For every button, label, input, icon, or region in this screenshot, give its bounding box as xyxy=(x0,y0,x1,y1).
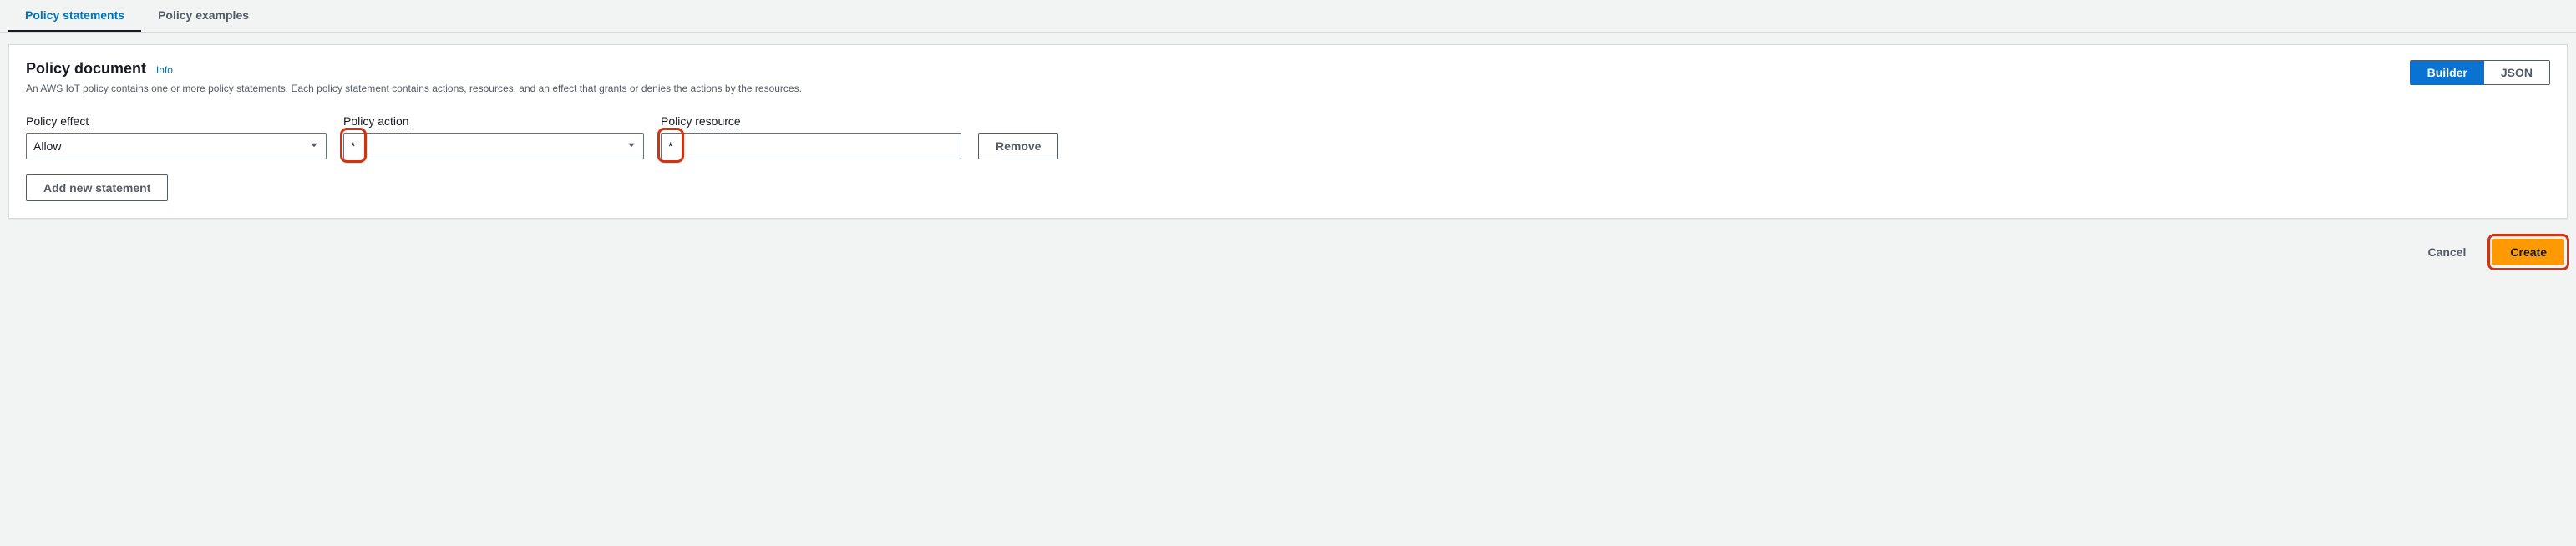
tab-policy-examples[interactable]: Policy examples xyxy=(141,0,266,32)
create-button[interactable]: Create xyxy=(2492,239,2564,265)
add-new-statement-button[interactable]: Add new statement xyxy=(26,174,168,201)
policy-action-select[interactable]: * xyxy=(343,133,644,159)
policy-action-value: * xyxy=(344,136,643,156)
info-link[interactable]: Info xyxy=(156,64,173,76)
tab-policy-statements[interactable]: Policy statements xyxy=(8,0,141,32)
policy-action-label: Policy action xyxy=(343,114,409,129)
footer-actions: Cancel Create xyxy=(0,219,2576,274)
cancel-button[interactable]: Cancel xyxy=(2411,240,2482,264)
policy-effect-value: Allow xyxy=(27,136,326,156)
policy-effect-label: Policy effect xyxy=(26,114,89,129)
json-toggle[interactable]: JSON xyxy=(2484,61,2549,84)
builder-toggle[interactable]: Builder xyxy=(2411,61,2484,84)
panel-title: Policy document xyxy=(26,60,146,77)
policy-resource-label: Policy resource xyxy=(661,114,741,129)
policy-resource-input-wrap[interactable] xyxy=(661,133,961,159)
remove-button[interactable]: Remove xyxy=(978,133,1058,159)
panel-description: An AWS IoT policy contains one or more p… xyxy=(26,83,2410,94)
policy-effect-select[interactable]: Allow xyxy=(26,133,327,159)
view-toggle: Builder JSON xyxy=(2410,60,2550,85)
policy-document-panel: Policy document Info An AWS IoT policy c… xyxy=(8,44,2568,219)
tabs-bar: Policy statements Policy examples xyxy=(0,0,2576,33)
policy-resource-input[interactable] xyxy=(668,139,954,153)
